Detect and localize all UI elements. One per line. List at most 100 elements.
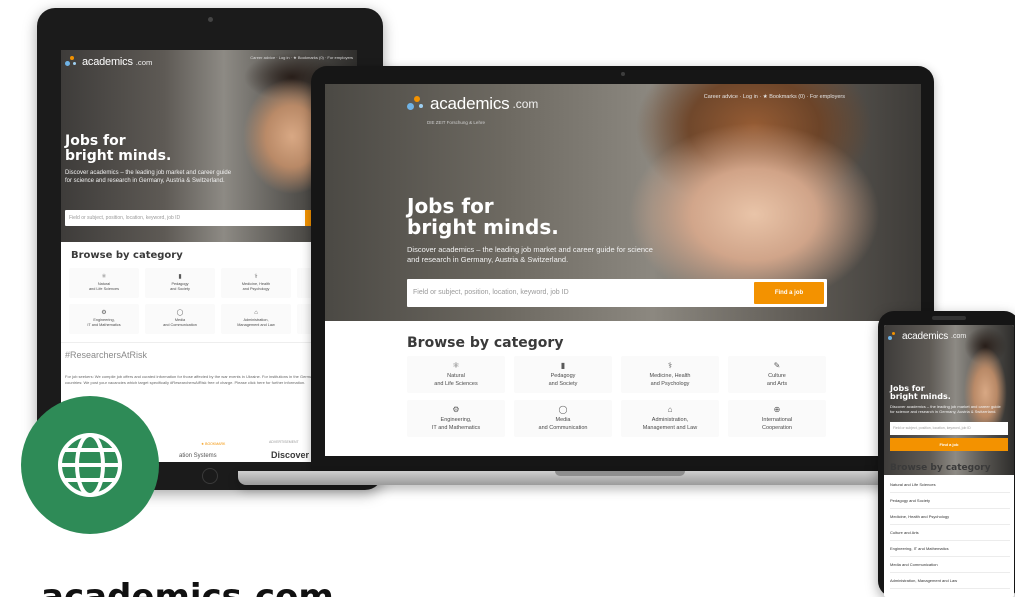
phone-find-job-button[interactable]: Find a job: [890, 438, 1008, 451]
category-tile[interactable]: ⌂ Administration, Management and Law: [221, 304, 291, 334]
tablet-home-button: [202, 468, 218, 484]
category-tile[interactable]: ⚙ Engineering, IT and Mathematics: [69, 304, 139, 334]
laptop-category-grid: ⚛ Natural and Life Sciences ▮ Pedagogy and S…: [407, 356, 827, 437]
list-item[interactable]: Engineering, IT and Mathematics: [890, 541, 1010, 557]
phone-logo[interactable]: academics .com: [888, 331, 966, 342]
globe-badge: [21, 396, 159, 534]
speech-bubble-icon: ◯: [558, 404, 568, 414]
bookmark-link[interactable]: ★ BOOKMARK: [201, 442, 225, 446]
job-snippet[interactable]: ation Systems: [179, 453, 217, 459]
hero-title-line: Jobs for: [65, 133, 126, 149]
logo-word: academics: [430, 94, 510, 113]
speech-bubble-icon: ◯: [176, 309, 184, 316]
category-administration[interactable]: ⌂ Administration, Management and Law: [621, 400, 719, 437]
category-tile[interactable]: ◯ Media and Communication: [145, 304, 215, 334]
category-culture[interactable]: ✎ Culture and Arts: [728, 356, 826, 393]
laptop-hero-subtitle: Discover academics – the leading job mar…: [407, 245, 653, 265]
tablet-camera: [208, 17, 213, 22]
tablet-info-note: For job seekers: We compile job offers a…: [65, 374, 332, 385]
hero-title-line: Jobs for: [407, 194, 494, 218]
tablet-logo[interactable]: academics .com: [65, 56, 152, 68]
syringe-icon: ⚕: [254, 273, 258, 280]
category-medicine[interactable]: ⚕ Medicine, Health and Psychology: [621, 356, 719, 393]
laptop-hero-title: Jobs for bright minds.: [407, 196, 559, 238]
list-item[interactable]: Media and Communication: [890, 557, 1010, 573]
laptop-search-input[interactable]: Field or subject, position, location, ke…: [407, 279, 751, 307]
tablet-browse-title: Browse by category: [71, 250, 183, 261]
category-label: and Society: [170, 287, 190, 292]
tablet-top-nav[interactable]: Career advice · Log in · ★ Bookmarks (0)…: [250, 55, 353, 60]
category-pedagogy[interactable]: ▮ Pedagogy and Society: [514, 356, 612, 393]
tablet-search-input[interactable]: Field or subject, position, location, ke…: [65, 210, 305, 226]
institution-icon: ⌂: [667, 404, 673, 414]
globe-icon: [58, 433, 122, 497]
list-item[interactable]: Administration, Management and Law: [890, 573, 1010, 589]
syringe-icon: ⚕: [667, 360, 673, 370]
logo-dots-icon: [65, 56, 79, 68]
category-tile[interactable]: ⚛ Natural and Life Sciences: [69, 268, 139, 298]
logo-tagline: DIE ZEIT Forschung & Lehre: [427, 120, 485, 125]
laptop-camera: [620, 72, 625, 76]
logo-word: academics: [902, 331, 948, 342]
phone-hero-subtitle: Discover academics – the leading job mar…: [890, 404, 1001, 415]
category-label: and Society: [548, 380, 578, 387]
phone-search-bar: Field or subject, position, location, ke…: [890, 422, 1008, 435]
list-item[interactable]: Culture and Arts: [890, 525, 1010, 541]
hero-title-line: bright minds.: [65, 147, 172, 164]
globe-icon: ⊕: [773, 404, 781, 414]
find-job-button[interactable]: Find a job: [754, 282, 824, 304]
category-tile[interactable]: ▮ Pedagogy and Society: [145, 268, 215, 298]
category-label: Medicine, Health: [649, 373, 691, 380]
phone-speaker: [932, 316, 966, 320]
phone-device: academics .com Jobs for bright minds. Dis…: [878, 311, 1015, 597]
laptop-logo[interactable]: academics .com: [407, 94, 538, 114]
category-label: and Psychology: [242, 287, 270, 292]
logo-dots-icon: [407, 96, 427, 112]
category-international[interactable]: ⊕ International Cooperation: [728, 400, 826, 437]
microscope-icon: ⚛: [452, 360, 460, 370]
tablet-hashtag-heading: #ResearchersAtRisk: [65, 350, 148, 360]
list-item[interactable]: Medicine, Health and Psychology: [890, 509, 1010, 525]
laptop-hero: Career advice · Log in · ★ Bookmarks (0)…: [325, 84, 921, 321]
category-label: Media: [555, 417, 571, 424]
category-label: and Life Sciences: [434, 380, 478, 387]
phone-hero-title: Jobs for bright minds.: [890, 384, 951, 402]
laptop-top-nav[interactable]: Career advice · Log in · ★ Bookmarks (0)…: [704, 94, 845, 100]
category-label: and Communication: [538, 424, 588, 431]
tablet-hero-title: Jobs for bright minds.: [65, 134, 171, 163]
category-label: and Communication: [163, 323, 197, 328]
category-natural-sciences[interactable]: ⚛ Natural and Life Sciences: [407, 356, 505, 393]
laptop-notch: [555, 471, 685, 476]
institution-icon: ⌂: [254, 309, 258, 316]
laptop-device: Career advice · Log in · ★ Bookmarks (0)…: [311, 66, 934, 471]
category-label: Cooperation: [762, 424, 792, 431]
phone-browse-title: Browse by category: [890, 463, 991, 473]
category-label: International: [761, 417, 793, 424]
category-media[interactable]: ◯ Media and Communication: [514, 400, 612, 437]
list-item[interactable]: Natural and Life Sciences: [890, 477, 1010, 493]
category-tile[interactable]: ⚕ Medicine, Health and Psychology: [221, 268, 291, 298]
category-label: and Psychology: [650, 380, 690, 387]
book-icon: ▮: [560, 360, 566, 370]
category-engineering[interactable]: ⚙ Engineering, IT and Mathematics: [407, 400, 505, 437]
category-label: Natural: [447, 373, 465, 380]
logo-tld: .com: [951, 333, 967, 340]
laptop-screen: Career advice · Log in · ★ Bookmarks (0)…: [325, 84, 921, 456]
logo-dots-icon: [888, 331, 899, 342]
list-item[interactable]: Pedagogy and Society: [890, 493, 1010, 509]
phone-screen: academics .com Jobs for bright minds. Dis…: [884, 325, 1014, 597]
category-label: Administration,: [651, 417, 689, 424]
brush-icon: ✎: [773, 360, 781, 370]
category-label: and Arts: [766, 380, 788, 387]
category-label: Management and Law: [642, 424, 698, 431]
category-label: and Life Sciences: [89, 287, 119, 292]
tablet-hero-subtitle: Discover academics – the leading job mar…: [65, 170, 232, 185]
category-label: Management and Law: [237, 323, 275, 328]
category-label: IT and Mathematics: [87, 323, 121, 328]
laptop-search-bar: Field or subject, position, location, ke…: [407, 279, 827, 307]
phone-search-input[interactable]: Field or subject, position, location, ke…: [890, 422, 1008, 434]
category-label: Engineering,: [440, 417, 472, 424]
advertisement-label: ADVERTISEMENT: [269, 440, 299, 444]
category-label: IT and Mathematics: [431, 424, 481, 431]
category-label: Pedagogy: [550, 373, 576, 380]
